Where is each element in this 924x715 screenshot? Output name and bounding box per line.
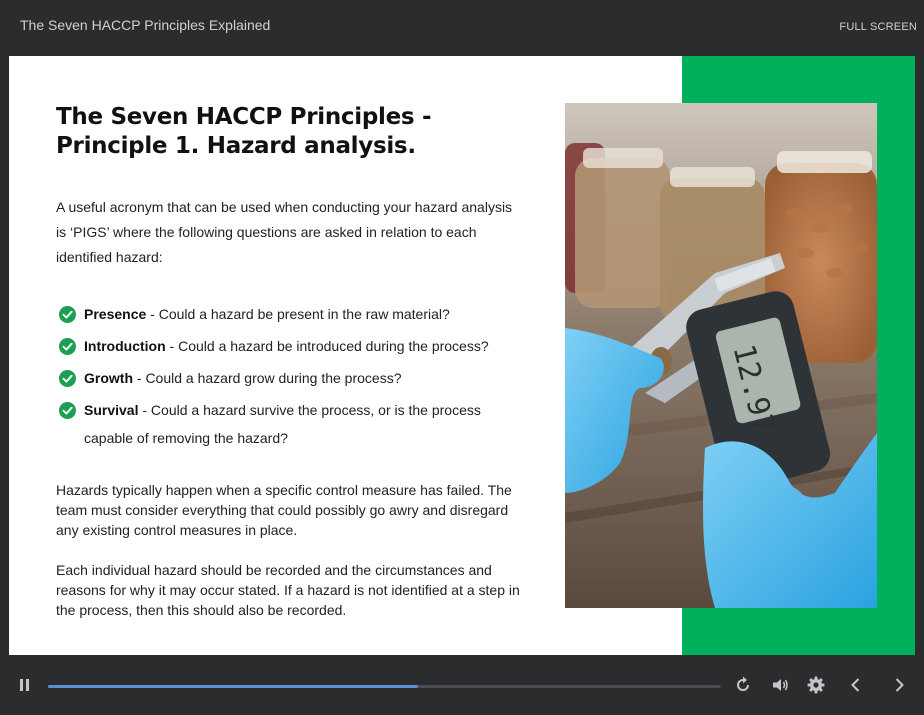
body-paragraph-failure: Hazards typically happen when a specific… bbox=[56, 482, 512, 538]
next-slide-button[interactable] bbox=[889, 675, 909, 695]
progress-bar[interactable] bbox=[48, 685, 721, 688]
list-item-presence: Presence - Could a hazard be present in … bbox=[59, 300, 529, 328]
replay-icon bbox=[737, 676, 749, 691]
caliper-measurement-photo: 12.97 bbox=[565, 103, 877, 608]
intro-paragraph: A useful acronym that can be used when c… bbox=[56, 199, 513, 265]
item-term: Growth bbox=[84, 370, 133, 386]
slide-canvas: 12.97 The Seven HACCP Principles - Princ… bbox=[9, 56, 915, 655]
item-text: - Could a hazard survive the process, or… bbox=[84, 402, 481, 446]
check-circle-icon bbox=[59, 402, 76, 419]
list-item-survival: Survival - Could a hazard survive the pr… bbox=[59, 396, 529, 452]
list-item-introduction: Introduction - Could a hazard be introdu… bbox=[59, 332, 529, 360]
item-text: - Could a hazard be present in the raw m… bbox=[146, 306, 450, 322]
replay-button[interactable] bbox=[733, 675, 753, 695]
progress-bar-fill bbox=[48, 685, 419, 688]
item-text: - Could a hazard grow during the process… bbox=[133, 370, 402, 386]
pause-icon bbox=[20, 679, 29, 691]
volume-icon bbox=[773, 679, 788, 691]
settings-gear-icon bbox=[807, 676, 825, 694]
pause-button[interactable] bbox=[15, 675, 35, 695]
previous-slide-button[interactable] bbox=[846, 675, 866, 695]
chevron-left-icon bbox=[851, 678, 860, 692]
player-controls bbox=[0, 655, 924, 715]
course-title: The Seven HACCP Principles Explained bbox=[20, 17, 271, 33]
fullscreen-button[interactable]: FULL SCREEN bbox=[839, 21, 917, 33]
settings-button[interactable] bbox=[806, 675, 826, 695]
check-circle-icon bbox=[59, 370, 76, 387]
item-text: - Could a hazard be introduced during th… bbox=[165, 338, 489, 354]
list-item-growth: Growth - Could a hazard grow during the … bbox=[59, 364, 529, 392]
item-term: Introduction bbox=[84, 338, 166, 354]
body-paragraph-recording: Each individual hazard should be recorde… bbox=[56, 562, 520, 618]
volume-button[interactable] bbox=[770, 675, 790, 695]
slide-heading: The Seven HACCP Principles - Principle 1… bbox=[56, 104, 432, 159]
chevron-right-icon bbox=[895, 678, 904, 692]
item-term: Presence bbox=[84, 306, 147, 322]
check-circle-icon bbox=[59, 338, 76, 355]
top-bar: The Seven HACCP Principles Explained FUL… bbox=[0, 0, 924, 56]
check-circle-icon bbox=[59, 306, 76, 323]
item-term: Survival bbox=[84, 402, 139, 418]
pigs-checklist: Presence - Could a hazard be present in … bbox=[59, 300, 529, 456]
